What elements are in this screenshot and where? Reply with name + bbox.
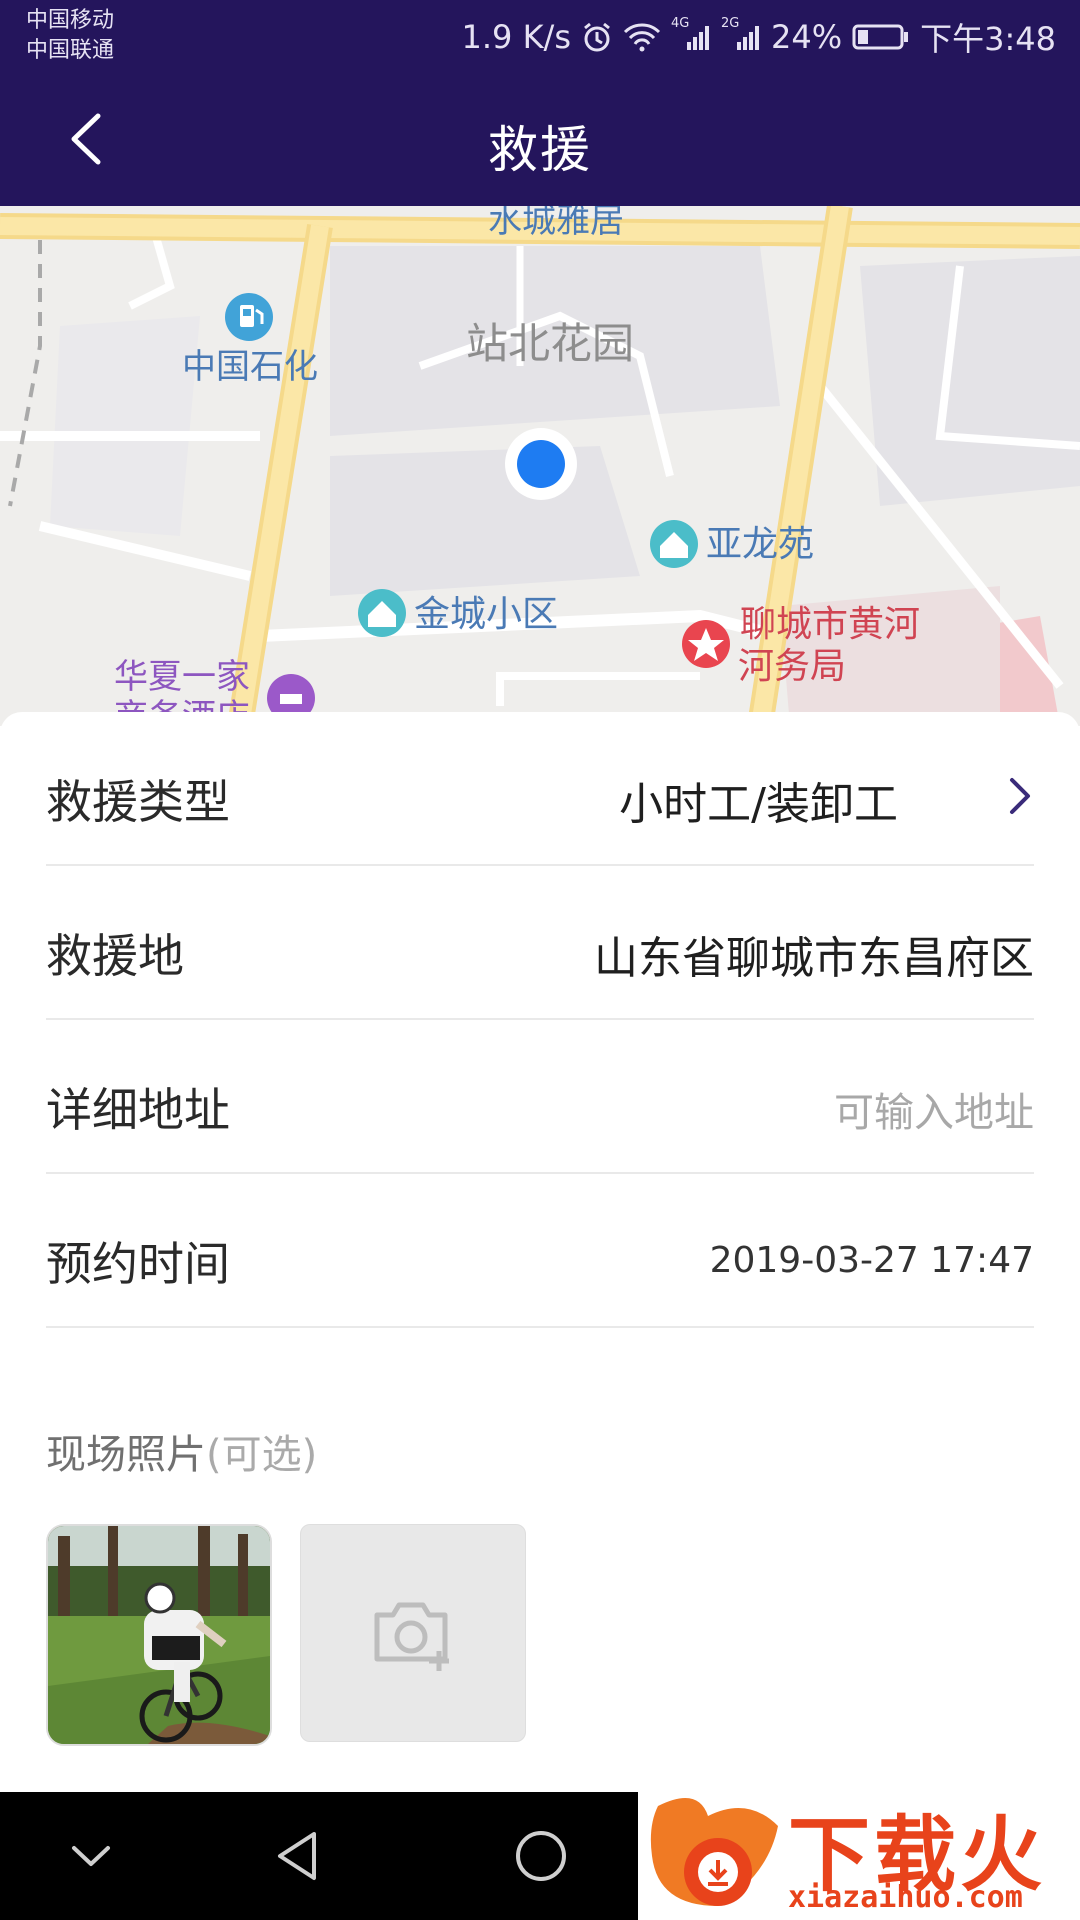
add-photo-button[interactable]: [300, 1524, 526, 1742]
photos-label: 现场照片: [46, 1432, 206, 1478]
gas-station-icon: [225, 293, 273, 341]
battery-percent: 24%: [771, 18, 843, 56]
detail-address-input[interactable]: 可输入地址: [834, 1080, 1034, 1138]
detail-address-label: 详细地址: [46, 1083, 230, 1137]
chevron-right-icon: [1010, 778, 1030, 814]
appointment-time-value[interactable]: 2019-03-27 17:47: [710, 1240, 1034, 1281]
map-label-huanghe: 聊城市黄河: [740, 604, 920, 645]
rescue-place-row[interactable]: 救援地 山东省聊城市东昌府区: [46, 866, 1034, 1020]
rescue-type-label: 救援类型: [46, 775, 230, 829]
rescue-type-value: 小时工/装卸工: [619, 779, 898, 830]
watermark: 下载火 xiazaihuo.com: [638, 1786, 1080, 1920]
map-label-yalong: 亚龙苑: [706, 524, 814, 565]
government-icon: [682, 620, 730, 668]
map-label-hewuju: 河务局: [738, 646, 846, 687]
rescue-place-label: 救援地: [46, 929, 184, 983]
map-label-shuicheng: 水城雅居: [488, 206, 624, 241]
map-label-sinopec: 中国石化: [182, 347, 318, 387]
page-title: 救援: [488, 121, 592, 179]
photos-section-title: 现场照片(可选): [46, 1422, 317, 1480]
nav-down-icon[interactable]: [56, 1826, 126, 1886]
battery-icon: [852, 24, 909, 50]
signal-2g-icon: 2G: [721, 16, 761, 52]
clock: 下午3:48: [920, 20, 1056, 58]
carrier-2: 中国联通: [26, 38, 115, 63]
photo-thumbnail[interactable]: [46, 1524, 272, 1746]
map-label-jincheng: 金城小区: [414, 594, 558, 635]
net-speed: 1.9 K/s: [461, 18, 572, 56]
rescue-place-value: 山东省聊城市东昌府区: [594, 933, 1034, 984]
photos-optional-label: (可选): [206, 1432, 318, 1478]
signal-4g-icon: 4G: [671, 16, 711, 52]
map-view[interactable]: 水城雅居 站北花园 中国石化 亚龙苑 金城小区 聊城市黄河 河务局 华夏一家: [0, 206, 1080, 726]
appointment-time-label: 预约时间: [46, 1237, 230, 1291]
map-label-zhanbei: 站北花园: [466, 319, 634, 368]
residence-icon: [650, 520, 698, 568]
rescue-type-row[interactable]: 救援类型 小时工/装卸工: [46, 712, 1034, 866]
status-indicators: 1.9 K/s 4G 2G 24% 下午3:48: [462, 14, 1057, 60]
detail-address-row[interactable]: 详细地址 可输入地址: [46, 1020, 1034, 1174]
status-bar: 中国移动 中国联通 1.9 K/s 4G 2G 24% 下午3:48: [0, 0, 1080, 72]
cyclist-photo: [48, 1526, 270, 1744]
watermark-url: xiazaihuo.com: [788, 1880, 1023, 1915]
alarm-icon: [584, 22, 610, 52]
camera-add-icon: [374, 1602, 449, 1671]
carrier-info: 中国移动 中国联通: [26, 6, 114, 66]
rescue-form: 救援类型 小时工/装卸工 救援地 山东省聊城市东昌府区 详细地址 可输入地址 预…: [0, 712, 1080, 1792]
residence-icon-2: [358, 589, 406, 637]
map-label-huaxia: 华夏一家: [114, 657, 250, 697]
carrier-1: 中国移动: [26, 8, 115, 33]
nav-home-icon[interactable]: [506, 1826, 576, 1886]
wifi-icon: [623, 23, 661, 52]
location-dot-icon: [505, 428, 577, 500]
app-header: 救援: [0, 72, 1080, 206]
map-canvas[interactable]: 水城雅居 站北花园 中国石化 亚龙苑 金城小区 聊城市黄河 河务局 华夏一家: [0, 206, 1080, 726]
nav-back-icon[interactable]: [264, 1826, 334, 1886]
watermark-logo: [650, 1798, 778, 1906]
appointment-time-row[interactable]: 预约时间 2019-03-27 17:47: [46, 1174, 1034, 1328]
